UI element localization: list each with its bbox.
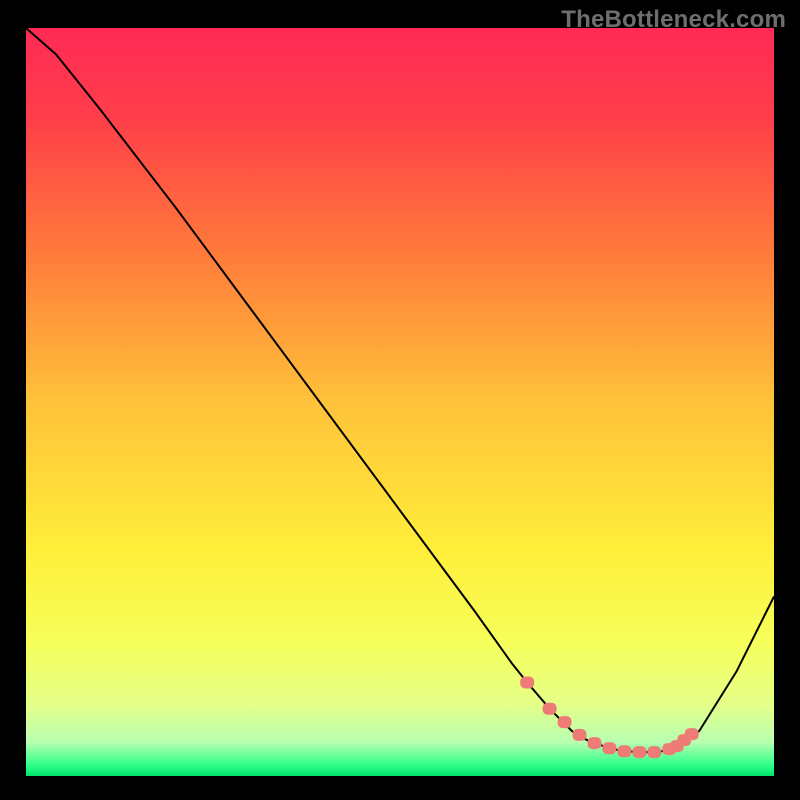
- dot-marker: [543, 703, 557, 715]
- dot-marker: [573, 729, 587, 741]
- gradient-background: [26, 28, 774, 776]
- dot-marker: [588, 737, 602, 749]
- dot-marker: [602, 742, 616, 754]
- dot-marker: [685, 728, 699, 740]
- dot-marker: [617, 745, 631, 757]
- dot-marker: [632, 746, 646, 758]
- watermark-text: TheBottleneck.com: [561, 6, 786, 34]
- plot-area: [26, 28, 774, 776]
- dot-marker: [520, 677, 534, 689]
- dot-marker: [647, 746, 661, 758]
- bottleneck-chart: [26, 28, 774, 776]
- chart-frame: TheBottleneck.com: [0, 0, 800, 800]
- dot-marker: [558, 716, 572, 728]
